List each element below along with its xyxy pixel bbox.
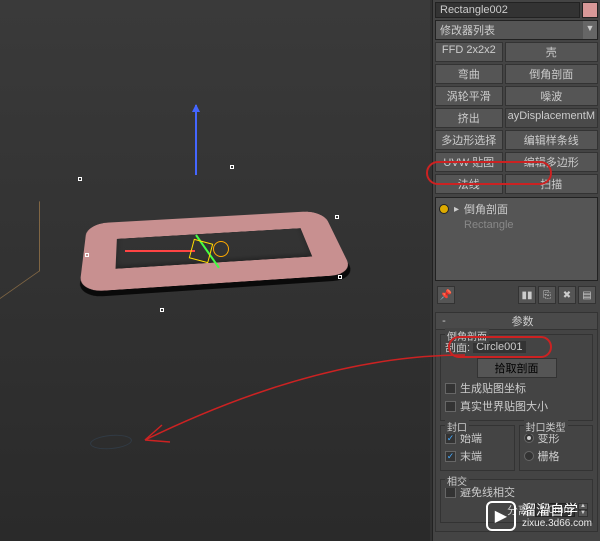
make-unique-button[interactable]: ⎘ (538, 286, 556, 304)
intersection-group: 相交 避免线相交 分离: 1.0mm ▲▼ (440, 479, 593, 523)
selection-handle[interactable] (78, 177, 82, 181)
modifier-buttons-grid: FFD 2x2x2 壳 弯曲 倒角剖面 涡轮平滑 噪波 挤出 ayDisplac… (435, 42, 598, 194)
modifier-ffd[interactable]: FFD 2x2x2 (435, 42, 503, 62)
spinner-value: 1.0mm (539, 504, 573, 516)
rollout-title: 参数 (450, 313, 595, 329)
selection-handle[interactable] (335, 215, 339, 219)
visibility-toggle-icon[interactable] (439, 204, 449, 214)
modifier-normal[interactable]: 法线 (435, 174, 503, 194)
cap-type-group: 封口类型 变形 栅格 (519, 425, 594, 471)
object-color-swatch[interactable] (582, 2, 598, 18)
selection-handle[interactable] (230, 165, 234, 169)
cap-grid-radio[interactable]: 栅格 (524, 448, 589, 464)
pin-stack-button[interactable]: 📌 (437, 286, 455, 304)
selection-handle[interactable] (85, 253, 89, 257)
separation-spinner[interactable]: 1.0mm (535, 503, 575, 517)
modifier-displacement[interactable]: ayDisplacementM (505, 108, 598, 128)
group-label: 相交 (445, 473, 469, 488)
stack-item-base[interactable]: Rectangle (438, 218, 595, 232)
axis-z[interactable] (195, 105, 197, 175)
generate-uv-checkbox[interactable]: 生成贴图坐标 (445, 380, 588, 396)
stack-toolbar: 📌 ▮▮ ⎘ ✖ ▤ (435, 284, 598, 306)
modifier-extrude[interactable]: 挤出 (435, 108, 503, 128)
stack-item-label: Rectangle (464, 219, 514, 231)
selection-handle[interactable] (160, 308, 164, 312)
remove-modifier-button[interactable]: ✖ (558, 286, 576, 304)
checkbox-label: 末端 (460, 448, 482, 464)
radio-icon (524, 433, 534, 443)
configure-sets-button[interactable]: ▤ (578, 286, 596, 304)
spinner-buttons[interactable]: ▲▼ (578, 503, 588, 517)
modifier-sweep[interactable]: 扫描 (505, 174, 598, 194)
real-world-checkbox[interactable]: 真实世界贴图大小 (445, 398, 588, 414)
radio-label: 栅格 (538, 448, 560, 464)
modifier-bevel-profile[interactable]: 倒角剖面 (505, 64, 598, 84)
scene-object-profile-circle[interactable] (89, 433, 132, 451)
show-end-result-button[interactable]: ▮▮ (518, 286, 536, 304)
checkbox-icon (445, 383, 456, 394)
modifier-noise[interactable]: 噪波 (505, 86, 598, 106)
viewport[interactable] (0, 0, 430, 541)
checkbox-icon: ✓ (445, 451, 456, 462)
modify-panel: Rectangle002 修改器列表 ▼ FFD 2x2x2 壳 弯曲 倒角剖面… (432, 0, 600, 541)
modifier-turbosmooth[interactable]: 涡轮平滑 (435, 86, 503, 106)
stack-item-bevel-profile[interactable]: ▸ 倒角剖面 (438, 200, 595, 218)
selection-handle[interactable] (338, 275, 342, 279)
modifier-poly-select[interactable]: 多边形选择 (435, 130, 503, 150)
group-label: 倒角剖面 (445, 328, 489, 343)
modifier-list-label: 修改器列表 (436, 21, 583, 39)
modifier-edit-spline[interactable]: 编辑样条线 (505, 130, 598, 150)
group-label: 封口类型 (524, 419, 568, 434)
checkbox-icon (445, 487, 456, 498)
axis-x[interactable] (125, 250, 195, 252)
pick-profile-button[interactable]: 拾取剖面 (477, 358, 557, 378)
gizmo-screen-handle[interactable] (213, 241, 229, 257)
checkbox-label: 真实世界贴图大小 (460, 398, 548, 414)
modifier-uvw-map[interactable]: UVW 贴图 (435, 152, 503, 172)
checkbox-label: 生成贴图坐标 (460, 380, 526, 396)
modifier-list-dropdown[interactable]: 修改器列表 ▼ (435, 20, 598, 40)
scene-object-triangle (0, 201, 40, 299)
cap-end-checkbox[interactable]: ✓ 末端 (445, 448, 510, 464)
chevron-down-icon: ▼ (583, 21, 597, 39)
radio-icon (524, 451, 534, 461)
modifier-edit-poly[interactable]: 编辑多边形 (505, 152, 598, 172)
stack-item-label: 倒角剖面 (464, 201, 508, 217)
modifier-stack[interactable]: ▸ 倒角剖面 Rectangle (435, 197, 598, 281)
parameters-rollout: - 参数 倒角剖面 剖面: Circle001 拾取剖面 生成贴图坐标 真实世界… (435, 312, 598, 532)
checkbox-icon (445, 401, 456, 412)
separation-label: 分离: (445, 502, 532, 518)
checkbox-icon: ✓ (445, 433, 456, 444)
modifier-bend[interactable]: 弯曲 (435, 64, 503, 84)
collapse-icon: - (438, 315, 450, 327)
capping-group: 封口 ✓ 始端 ✓ 末端 (440, 425, 515, 471)
object-name-field[interactable]: Rectangle002 (435, 2, 580, 18)
bevel-profile-group: 倒角剖面 剖面: Circle001 拾取剖面 生成贴图坐标 真实世界贴图大小 (440, 334, 593, 421)
modifier-shell[interactable]: 壳 (505, 42, 598, 62)
group-label: 封口 (445, 419, 469, 434)
expand-icon[interactable]: ▸ (452, 204, 461, 215)
